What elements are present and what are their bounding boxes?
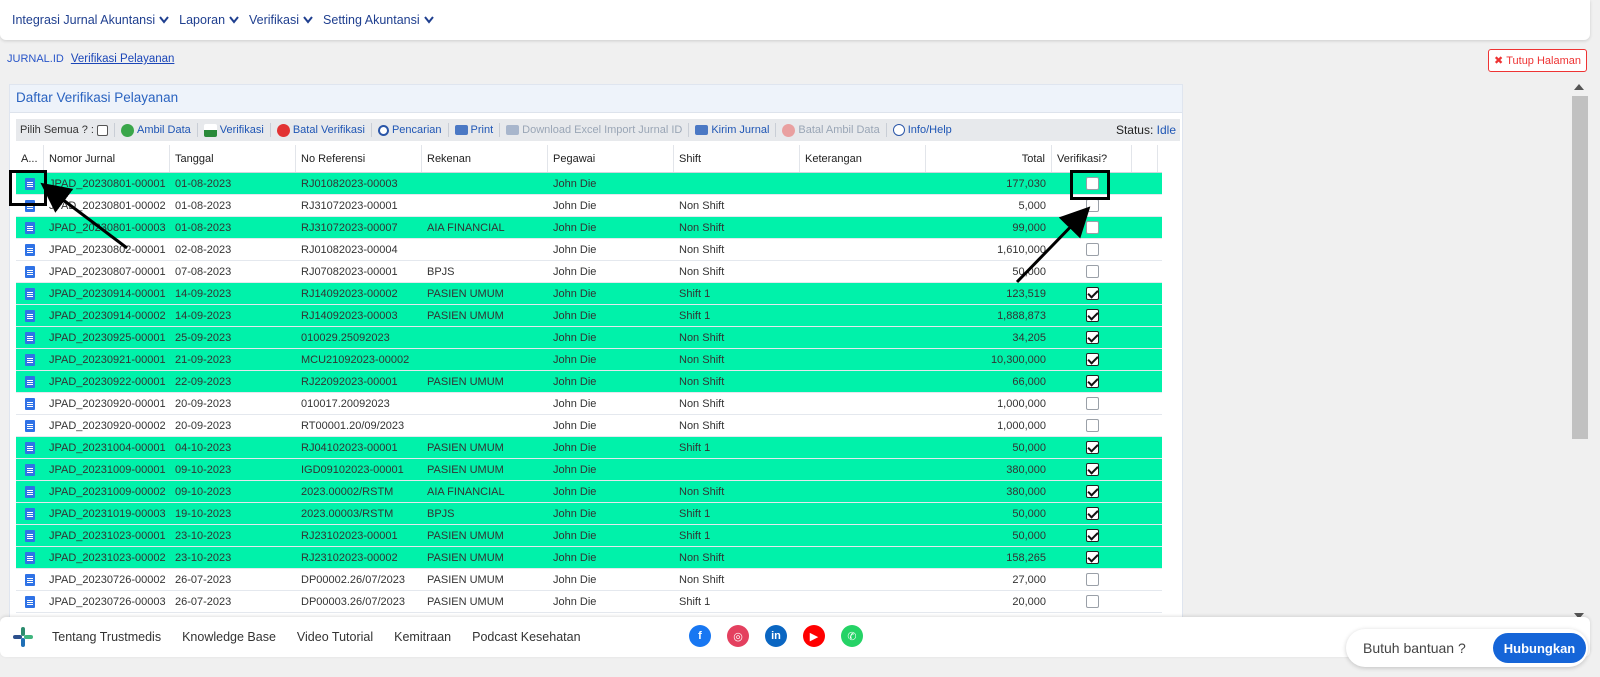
instagram-icon[interactable]: ◎ — [727, 625, 749, 647]
linkedin-icon[interactable]: in — [765, 625, 787, 647]
footer-link-tentang[interactable]: Tentang Trustmedis — [52, 630, 161, 644]
help-widget: Butuh bantuan ? Hubungkan — [1346, 629, 1588, 667]
hubungkan-button[interactable]: Hubungkan — [1493, 633, 1586, 663]
help-text: Butuh bantuan ? — [1363, 640, 1466, 656]
footer-link-kemitraan[interactable]: Kemitraan — [394, 630, 451, 644]
social-links: f ◎ in ▶ ✆ — [689, 625, 879, 647]
footer-link-podcast[interactable]: Podcast Kesehatan — [472, 630, 580, 644]
trustmedis-logo-icon — [13, 627, 33, 647]
annotation-arrows — [40, 182, 1091, 284]
footer-link-knowledge-base[interactable]: Knowledge Base — [182, 630, 276, 644]
youtube-icon[interactable]: ▶ — [803, 625, 825, 647]
whatsapp-icon[interactable]: ✆ — [841, 625, 863, 647]
facebook-icon[interactable]: f — [689, 625, 711, 647]
footer-link-video-tutorial[interactable]: Video Tutorial — [297, 630, 373, 644]
